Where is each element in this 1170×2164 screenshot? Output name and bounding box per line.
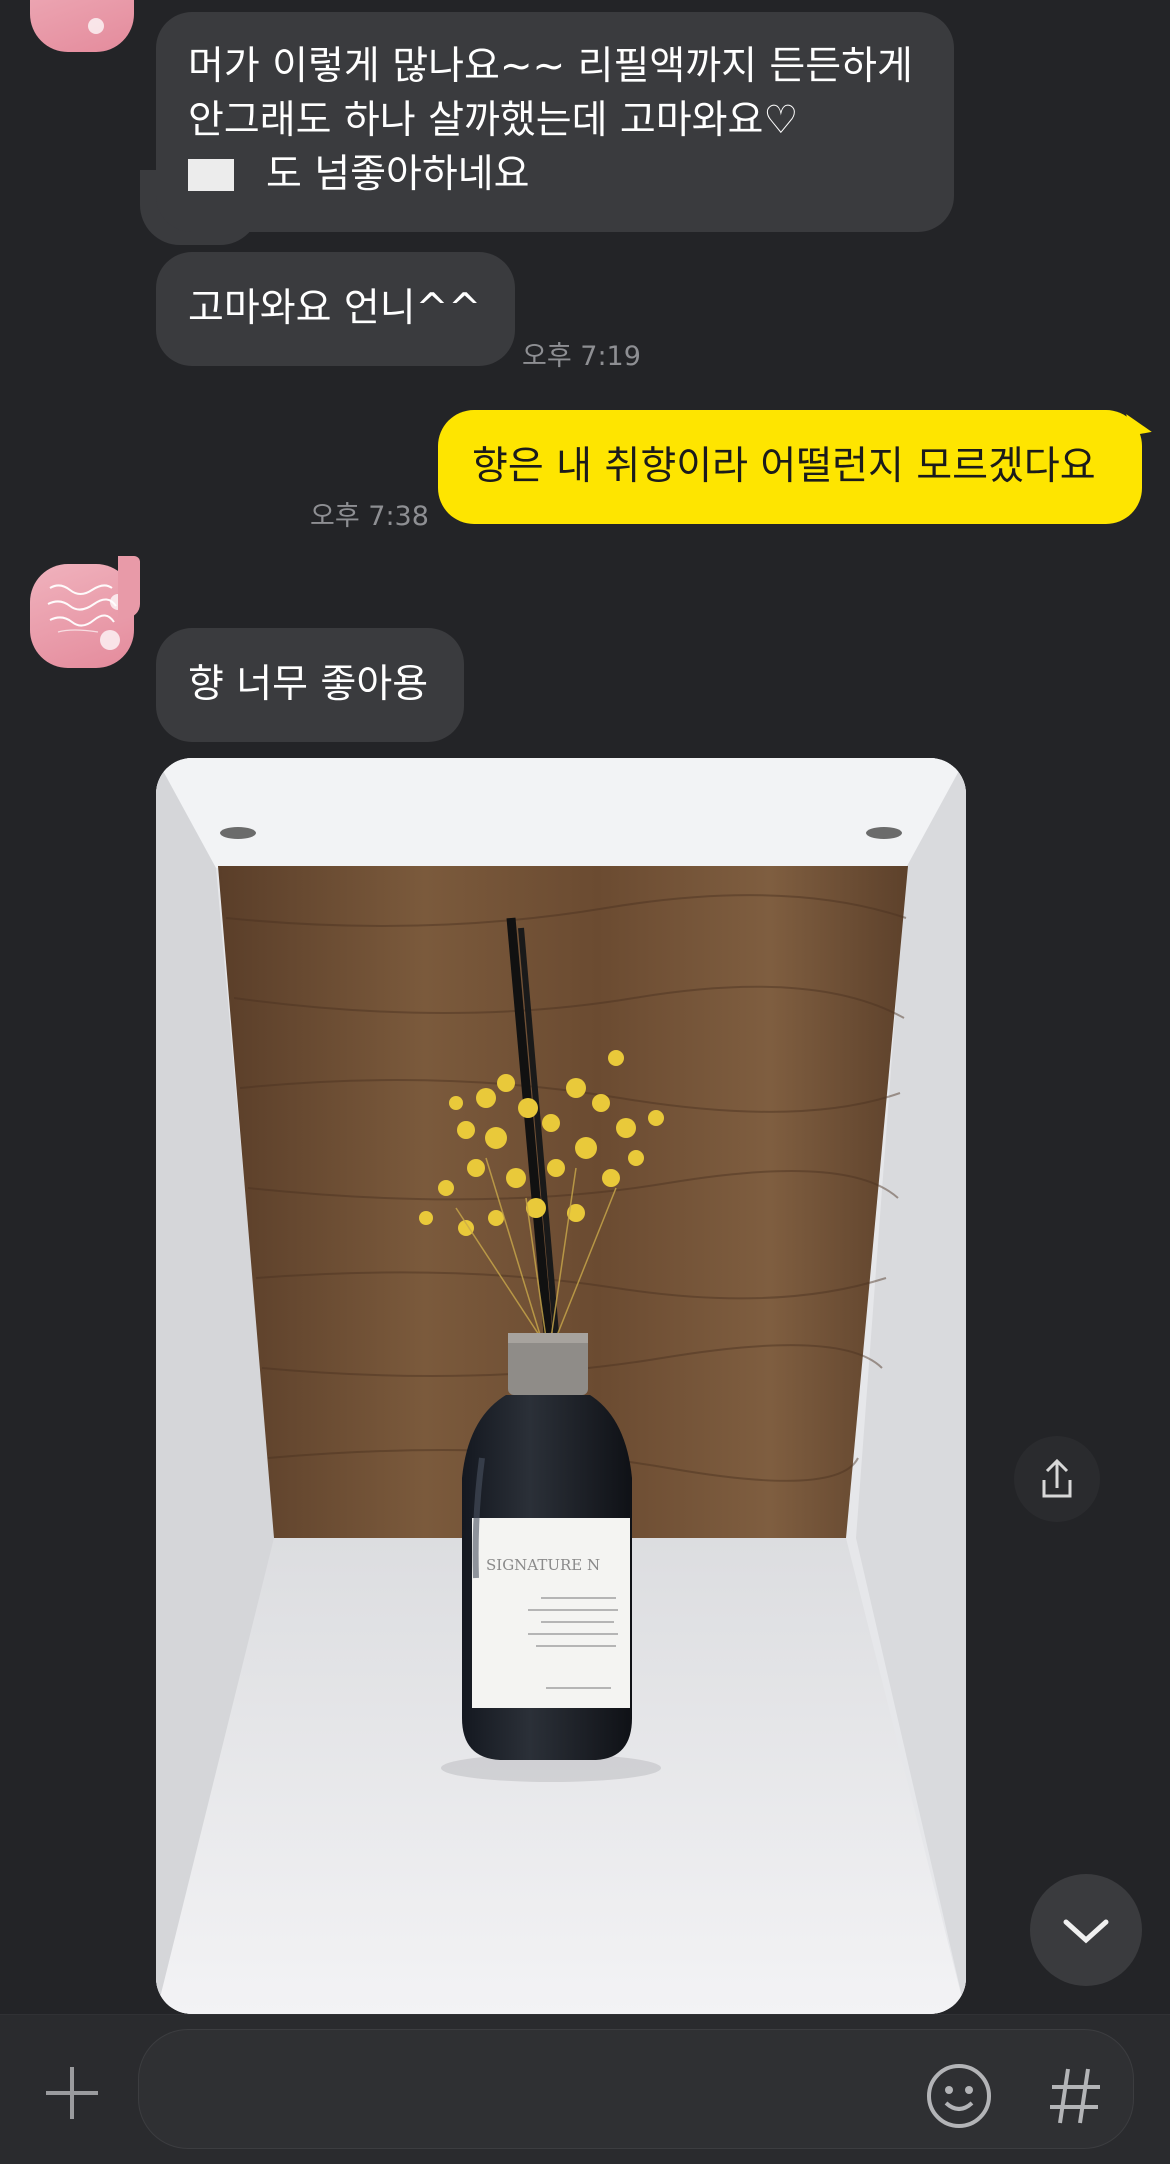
message-text: 향 너무 좋아용 — [188, 662, 429, 707]
message-text: 향은 내 취향이라 어떨런지 모르겠다요 — [472, 444, 1096, 489]
chat-input-bar — [0, 2014, 1170, 2164]
message-line: 도 넘좋아하네요 — [266, 152, 530, 197]
share-icon — [1042, 1458, 1072, 1498]
photo-message[interactable]: SIGNATURE N — [156, 758, 966, 2014]
avatar-corner-badge — [118, 556, 140, 618]
avatar-sender-top[interactable] — [30, 0, 134, 52]
message-text: 고마와요 언니^^ — [188, 286, 482, 331]
message-line-row: 도 넘좋아하네요 — [188, 148, 922, 202]
hashtag-icon — [1050, 2068, 1100, 2124]
share-button[interactable] — [1014, 1436, 1100, 1522]
add-attachment-button[interactable] — [30, 2051, 114, 2135]
bottle-label-text: SIGNATURE N — [486, 1556, 600, 1574]
emoji-button[interactable] — [918, 2055, 1000, 2137]
message-bubble-received[interactable]: 고마와요 언니^^ — [156, 252, 516, 366]
message-line: 머가 이렇게 많나요~~ 리필액까지 든든하게 — [188, 44, 913, 89]
message-bubble-received[interactable]: 머가 이렇게 많나요~~ 리필액까지 든든하게 안그래도 하나 살까했는데 고마… — [156, 12, 954, 232]
photo-diffuser-image: SIGNATURE N — [156, 758, 966, 2014]
message-bubble-received[interactable]: 향 너무 좋아용 — [156, 628, 465, 742]
redacted-name-box — [188, 159, 234, 191]
scroll-to-bottom-button[interactable] — [1030, 1874, 1142, 1986]
message-timestamp: 오후 7:19 — [522, 341, 641, 372]
message-timestamp: 오후 7:38 — [310, 501, 429, 532]
chevron-down-icon — [1063, 1919, 1109, 1944]
message-line: 안그래도 하나 살까했는데 고마와요♡ — [188, 98, 799, 143]
message-bubble-sent[interactable]: 향은 내 취향이라 어떨런지 모르겠다요 — [438, 410, 1142, 524]
hashtag-button[interactable] — [1034, 2055, 1116, 2137]
emoji-icon — [927, 2064, 991, 2128]
plus-icon — [46, 2067, 98, 2119]
